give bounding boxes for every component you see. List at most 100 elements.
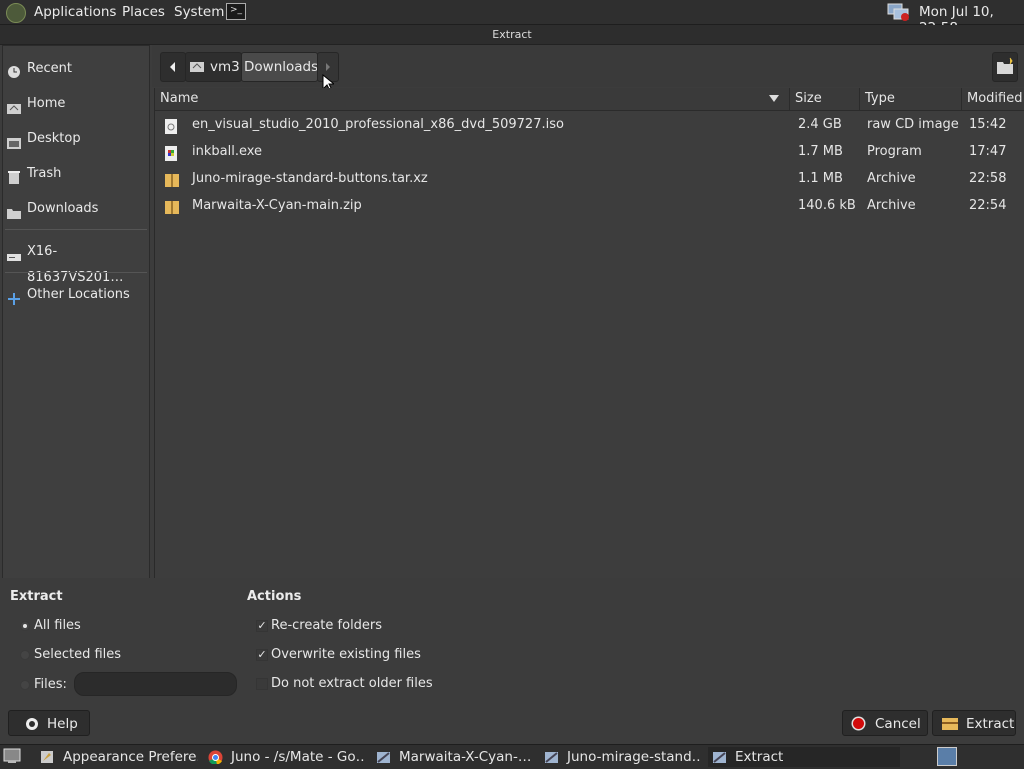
task-label: Marwaita-X-Cyan-… <box>399 749 532 765</box>
file-name: en_visual_studio_2010_professional_x86_d… <box>192 117 564 132</box>
cancel-button[interactable]: Cancel <box>842 710 928 736</box>
file-row[interactable]: Juno-mirage-standard-buttons.tar.xz 1.1 … <box>155 165 1024 192</box>
sidebar-item-label: Home <box>27 96 66 111</box>
sidebar-item-label: Desktop <box>27 131 81 146</box>
file-list[interactable]: Name Size Type Modified en_visual_studio… <box>154 88 1024 578</box>
task-label: Juno - /s/Mate - Go… <box>231 749 366 765</box>
selected-files-label[interactable]: Selected files <box>34 647 121 662</box>
places-menu[interactable]: Places <box>122 4 165 20</box>
applications-menu[interactable]: Applications <box>34 4 116 20</box>
file-size: 1.1 MB <box>798 171 843 186</box>
task-label: Appearance Prefere… <box>63 749 198 765</box>
sidebar-item-downloads[interactable]: Downloads <box>3 196 149 222</box>
path-segment-label: Downloads <box>244 59 319 75</box>
sidebar-item-label: Downloads <box>27 201 99 216</box>
overwrite-files-label[interactable]: Overwrite existing files <box>271 647 421 662</box>
file-size: 140.6 kB <box>798 198 856 213</box>
all-files-radio[interactable] <box>20 621 30 631</box>
places-sidebar: Recent Home Desktop Trash Downloads X16-… <box>2 45 150 579</box>
files-pattern-input[interactable] <box>74 672 237 696</box>
column-header-modified[interactable]: Modified <box>961 88 1024 110</box>
file-type: Archive <box>867 198 916 213</box>
new-folder-icon <box>997 57 1013 74</box>
file-modified: 22:54 <box>969 198 1007 213</box>
show-desktop-icon[interactable] <box>3 748 21 764</box>
column-header-name[interactable]: Name <box>155 88 789 110</box>
files-pattern-radio[interactable] <box>20 680 30 690</box>
window-title: Extract <box>0 25 1024 45</box>
chrome-icon <box>208 750 223 764</box>
drive-icon <box>7 246 21 261</box>
path-segment-downloads[interactable]: Downloads <box>241 52 318 82</box>
file-row[interactable]: Marwaita-X-Cyan-main.zip 140.6 kB Archiv… <box>155 192 1024 219</box>
file-size: 1.7 MB <box>798 144 843 159</box>
extract-button-label: Extract <box>966 716 1015 732</box>
sidebar-item-recent[interactable]: Recent <box>3 56 149 82</box>
extract-section-heading: Extract <box>10 589 63 604</box>
network-icon[interactable] <box>887 3 909 21</box>
file-row[interactable]: en_visual_studio_2010_professional_x86_d… <box>155 111 1024 138</box>
sidebar-item-trash[interactable]: Trash <box>3 161 149 187</box>
file-type: Program <box>867 144 922 159</box>
path-back-button[interactable] <box>160 52 186 82</box>
help-button[interactable]: Help <box>8 710 90 736</box>
recreate-folders-label[interactable]: Re-create folders <box>271 618 382 633</box>
task-extract-dialog[interactable]: Extract <box>708 747 900 767</box>
task-marwaita-archive[interactable]: Marwaita-X-Cyan-… <box>372 747 534 767</box>
sidebar-item-home[interactable]: Home <box>3 91 149 117</box>
sidebar-divider <box>5 229 147 230</box>
system-menu[interactable]: System <box>174 4 224 20</box>
help-lifebuoy-icon <box>26 718 38 730</box>
file-name: Juno-mirage-standard-buttons.tar.xz <box>192 171 428 186</box>
file-modified: 22:58 <box>969 171 1007 186</box>
path-segment-label: vm3 <box>210 59 240 75</box>
archive-manager-icon <box>377 752 390 763</box>
extract-options: Extract All files Selected files Files: … <box>0 578 1024 744</box>
task-juno-archive[interactable]: Juno-mirage-stand… <box>540 747 702 767</box>
recreate-folders-checkbox[interactable]: ✓ <box>256 620 268 632</box>
file-name: Marwaita-X-Cyan-main.zip <box>192 198 362 213</box>
help-button-label: Help <box>47 716 78 732</box>
sidebar-item-desktop[interactable]: Desktop <box>3 126 149 152</box>
all-files-label[interactable]: All files <box>34 618 81 633</box>
column-header-size[interactable]: Size <box>789 88 859 110</box>
overwrite-files-checkbox[interactable]: ✓ <box>256 649 268 661</box>
sidebar-item-label: Recent <box>27 61 72 76</box>
stop-icon <box>851 716 866 731</box>
task-chrome-window[interactable]: Juno - /s/Mate - Go… <box>204 747 366 767</box>
mate-logo-icon[interactable] <box>6 3 26 23</box>
path-segment-vm3[interactable]: vm3 <box>185 52 242 82</box>
file-type: Archive <box>867 171 916 186</box>
plus-icon <box>7 289 21 305</box>
no-older-files-label[interactable]: Do not extract older files <box>271 676 433 691</box>
selected-files-radio[interactable] <box>20 650 30 660</box>
bottom-taskbar: Appearance Prefere… Juno - /s/Mate - Go…… <box>0 744 1024 769</box>
task-appearance-preferences[interactable]: Appearance Prefere… <box>36 747 198 767</box>
archive-manager-icon <box>713 752 726 763</box>
extract-button[interactable]: Extract <box>932 710 1016 736</box>
top-panel: Applications Places System >_ Mon Jul 10… <box>0 0 1024 36</box>
archive-icon <box>165 198 179 225</box>
file-row[interactable]: inkball.exe 1.7 MB Program 17:47 <box>155 138 1024 165</box>
column-header-label: Name <box>160 91 199 106</box>
clock-icon <box>7 63 21 78</box>
appearance-icon <box>41 751 53 763</box>
column-header-type[interactable]: Type <box>859 88 961 110</box>
file-modified: 15:42 <box>969 117 1007 132</box>
sidebar-item-other-locations[interactable]: Other Locations <box>3 282 149 308</box>
sidebar-divider <box>5 272 147 273</box>
terminal-launcher-icon[interactable]: >_ <box>226 3 246 20</box>
sidebar-item-label: Other Locations <box>27 287 130 302</box>
create-folder-button[interactable] <box>992 52 1018 82</box>
no-older-files-checkbox[interactable] <box>256 678 268 690</box>
file-modified: 17:47 <box>969 144 1007 159</box>
home-icon <box>190 60 204 76</box>
file-type: raw CD image <box>867 117 959 132</box>
chevron-left-icon <box>170 62 175 72</box>
sidebar-item-drive[interactable]: X16-81637VS201… <box>3 239 149 285</box>
files-pattern-label[interactable]: Files: <box>34 677 67 692</box>
folder-icon <box>7 203 21 219</box>
workspace-switcher[interactable] <box>937 747 957 766</box>
archive-extract-icon <box>942 718 958 730</box>
task-label: Extract <box>735 749 784 765</box>
